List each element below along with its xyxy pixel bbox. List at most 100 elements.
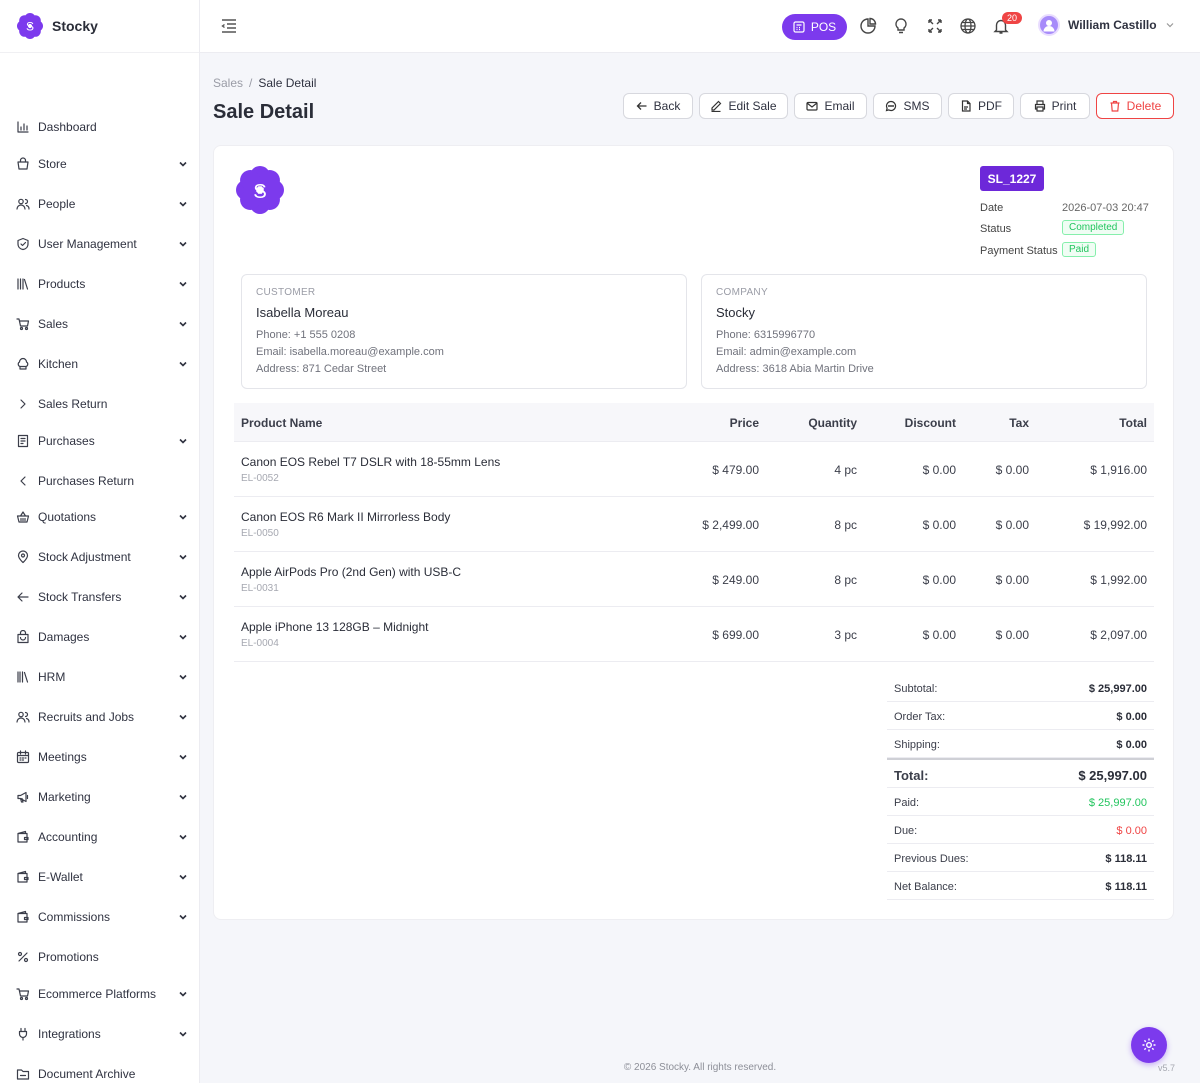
header-discount: Discount: [904, 416, 956, 430]
header-quantity: Quantity: [808, 416, 857, 430]
header-price: Price: [729, 416, 759, 430]
pdf-label: PDF: [978, 99, 1002, 113]
cell-price: $ 699.00: [712, 628, 759, 642]
sidebar-item-sales-return[interactable]: Sales Return: [0, 389, 200, 419]
sidebar-item-damages[interactable]: Damages: [0, 622, 200, 652]
sidebar-item-label: Sales Return: [38, 397, 108, 411]
calendar-icon: [16, 750, 30, 764]
trash-icon: [1109, 100, 1121, 112]
sidebar-item-label: User Management: [38, 237, 137, 251]
sidebar-item-people[interactable]: People: [0, 189, 200, 219]
cell-tax: $ 0.00: [995, 573, 1029, 587]
summary-subtotal: Subtotal: $ 25,997.00: [887, 674, 1154, 702]
cell-discount: $ 0.00: [922, 628, 956, 642]
sidebar-item-store[interactable]: Store: [0, 149, 200, 179]
order-tax-value: $ 0.00: [1116, 711, 1147, 723]
sidebar-item-user-management[interactable]: User Management: [0, 229, 200, 259]
sidebar-item-label: Marketing: [38, 790, 91, 804]
user-name: William Castillo: [1068, 18, 1157, 32]
net-balance-value: $ 118.11: [1105, 881, 1147, 893]
mail-icon: [806, 100, 819, 112]
header-total: Total: [1119, 416, 1147, 430]
sidebar-item-kitchen[interactable]: Kitchen: [0, 349, 200, 379]
chef-hat-icon: [16, 357, 30, 371]
sidebar-item-document-archive[interactable]: Document Archive: [0, 1059, 200, 1083]
page-title: Sale Detail: [213, 101, 315, 123]
pie-chart-icon[interactable]: [859, 17, 877, 35]
subtotal-value: $ 25,997.00: [1088, 683, 1147, 695]
sidebar-item-accounting[interactable]: Accounting: [0, 822, 200, 852]
sidebar-item-integrations[interactable]: Integrations: [0, 1019, 200, 1049]
cell-quantity: 8 pc: [834, 518, 857, 532]
breadcrumb-parent[interactable]: Sales: [213, 76, 243, 90]
chat-icon: [885, 100, 897, 112]
sidebar-item-purchases-return[interactable]: Purchases Return: [0, 466, 200, 496]
customer-address: Address: 871 Cedar Street: [256, 363, 387, 375]
sidebar-item-stock-transfers[interactable]: Stock Transfers: [0, 582, 200, 612]
summary-due: Due: $ 0.00: [887, 816, 1154, 844]
delete-button[interactable]: Delete: [1096, 93, 1174, 119]
megaphone-icon: [16, 790, 30, 804]
sidebar-item-sales[interactable]: Sales: [0, 309, 200, 339]
sidebar-item-commissions[interactable]: Commissions: [0, 902, 200, 932]
arrow-left-icon: [16, 590, 30, 604]
back-button[interactable]: Back: [623, 93, 693, 119]
sidebar-item-label: E-Wallet: [38, 870, 83, 884]
print-button[interactable]: Print: [1020, 93, 1090, 119]
product-code: EL-0050: [241, 528, 279, 539]
sidebar-item-e-wallet[interactable]: E-Wallet: [0, 862, 200, 892]
menu-toggle-icon[interactable]: [220, 17, 238, 35]
brand-name: Stocky: [52, 18, 98, 34]
settings-fab-button[interactable]: [1131, 1027, 1167, 1063]
sidebar-item-quotations[interactable]: Quotations: [0, 502, 200, 532]
sms-button[interactable]: SMS: [873, 93, 942, 119]
chevron-down-icon: [178, 989, 188, 999]
company-address: Address: 3618 Abia Martin Drive: [716, 363, 874, 375]
shipping-label: Shipping:: [894, 739, 940, 751]
previous-dues-value: $ 118.11: [1105, 853, 1147, 865]
sidebar-item-recruits-and-jobs[interactable]: Recruits and Jobs: [0, 702, 200, 732]
sidebar-item-label: Document Archive: [38, 1067, 136, 1081]
edit-sale-button[interactable]: Edit Sale: [699, 93, 788, 119]
product-name: Canon EOS R6 Mark II Mirrorless Body: [241, 510, 451, 524]
summary-paid: Paid: $ 25,997.00: [887, 788, 1154, 816]
sidebar-item-stock-adjustment[interactable]: Stock Adjustment: [0, 542, 200, 572]
payment-status-badge: Paid: [1062, 242, 1097, 257]
summary-previous-dues: Previous Dues: $ 118.11: [887, 844, 1154, 872]
users-icon: [16, 710, 30, 724]
user-menu[interactable]: William Castillo: [1038, 14, 1175, 36]
bar-chart-icon: [16, 120, 30, 134]
chevron-down-icon: [178, 359, 188, 369]
email-button[interactable]: Email: [794, 93, 867, 119]
date-value: 2026-07-03 20:47: [1062, 202, 1149, 214]
wallet-icon: [16, 910, 30, 924]
lightbulb-icon[interactable]: [892, 17, 910, 35]
pdf-button[interactable]: PDF: [948, 93, 1014, 119]
sidebar-item-label: Recruits and Jobs: [38, 710, 135, 724]
brand[interactable]: S Stocky: [0, 0, 199, 53]
file-pdf-icon: [960, 100, 972, 112]
cell-discount: $ 0.00: [922, 573, 956, 587]
printer-icon: [1034, 100, 1046, 112]
pos-button[interactable]: POS: [782, 14, 847, 40]
sidebar-item-promotions[interactable]: Promotions: [0, 942, 200, 972]
sidebar-item-hrm[interactable]: HRM: [0, 662, 200, 692]
store-icon: [16, 157, 30, 171]
sidebar-item-ecommerce-platforms[interactable]: Ecommerce Platforms: [0, 979, 200, 1009]
sidebar-item-dashboard[interactable]: Dashboard: [0, 112, 200, 142]
chevron-left-icon: [16, 474, 30, 488]
sidebar-item-label: Purchases: [38, 434, 95, 448]
sidebar-item-meetings[interactable]: Meetings: [0, 742, 200, 772]
net-balance-label: Net Balance:: [894, 881, 957, 893]
pencil-icon: [710, 100, 722, 112]
chevron-down-icon: [178, 792, 188, 802]
fullscreen-icon[interactable]: [926, 17, 944, 35]
users-icon: [16, 197, 30, 211]
product-name: Apple iPhone 13 128GB – Midnight: [241, 620, 429, 634]
globe-icon[interactable]: [959, 17, 977, 35]
sidebar-item-label: Dashboard: [38, 120, 97, 134]
sidebar-item-products[interactable]: Products: [0, 269, 200, 299]
sidebar-item-marketing[interactable]: Marketing: [0, 782, 200, 812]
sidebar-item-purchases[interactable]: Purchases: [0, 426, 200, 456]
table-row: Canon EOS R6 Mark II Mirrorless Body EL-0…: [234, 497, 1154, 552]
